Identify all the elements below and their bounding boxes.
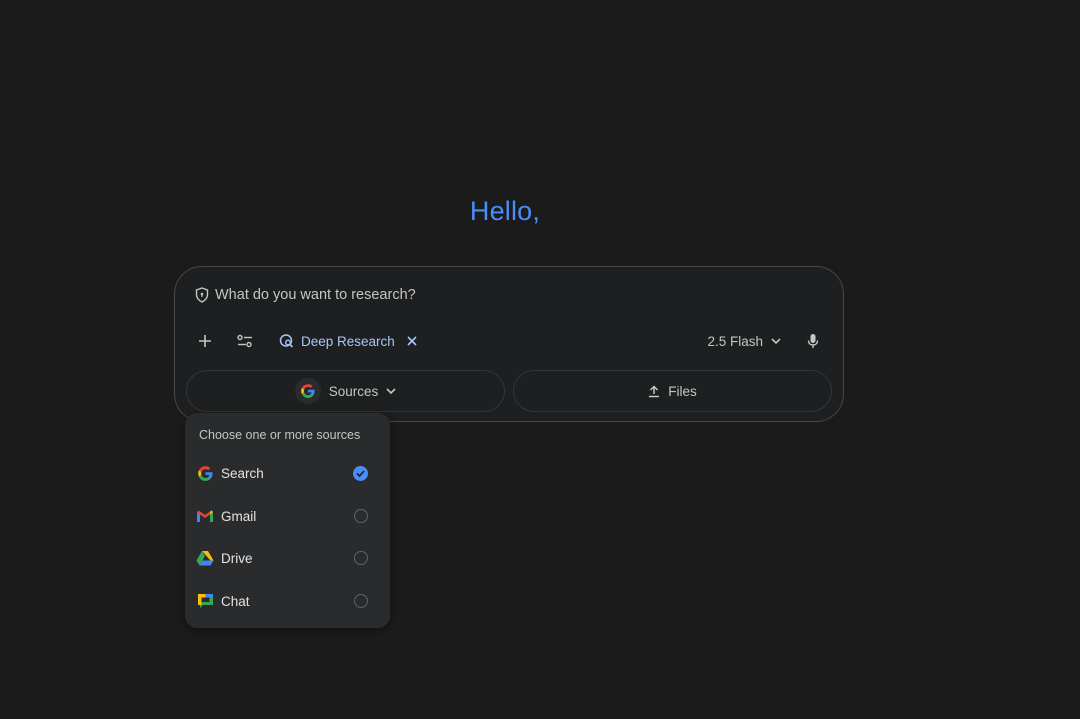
model-label: 2.5 Flash	[707, 333, 763, 349]
chevron-down-icon	[771, 337, 781, 344]
sources-dropdown: Choose one or more sources Search Gmail	[185, 413, 390, 628]
chevron-down-icon	[386, 387, 396, 394]
source-label-search: Search	[221, 465, 264, 481]
upload-icon	[649, 384, 660, 397]
tools-button[interactable]	[231, 327, 259, 355]
prompt-input[interactable]: What do you want to research?	[195, 287, 416, 303]
source-option-chat[interactable]: Chat	[185, 581, 390, 621]
composer-toolbar: Deep Research 2.5 Flash	[191, 327, 827, 355]
source-option-gmail[interactable]: Gmail	[185, 496, 390, 536]
microphone-icon	[807, 334, 819, 348]
deep-research-label: Deep Research	[301, 333, 395, 349]
research-composer: What do you want to research? Deep Resea…	[174, 266, 844, 422]
google-chat-icon	[196, 592, 214, 610]
greeting-title: Hello,	[469, 196, 541, 226]
sources-heading: Choose one or more sources	[199, 428, 361, 442]
checkmark-icon[interactable]	[353, 465, 368, 481]
drive-icon	[196, 549, 214, 567]
sources-button[interactable]: Sources	[186, 370, 505, 412]
composer-actions: Sources Files	[186, 370, 832, 412]
source-option-search[interactable]: Search	[185, 453, 390, 493]
files-button[interactable]: Files	[513, 370, 832, 412]
deep-research-icon	[279, 334, 294, 348]
deep-research-chip[interactable]: Deep Research	[273, 327, 423, 355]
gmail-icon	[196, 507, 214, 525]
close-icon[interactable]	[407, 336, 417, 346]
files-label: Files	[668, 383, 697, 399]
sliders-icon	[237, 334, 252, 348]
radio-icon[interactable]	[354, 594, 368, 608]
radio-icon[interactable]	[354, 509, 368, 523]
add-button[interactable]	[191, 327, 219, 355]
google-icon	[294, 378, 321, 404]
radio-icon[interactable]	[354, 551, 368, 565]
plus-icon	[199, 335, 211, 347]
source-label-drive: Drive	[221, 550, 253, 566]
source-option-drive[interactable]: Drive	[185, 538, 390, 578]
sources-label: Sources	[328, 383, 379, 399]
shield-icon	[195, 287, 209, 303]
model-selector[interactable]: 2.5 Flash	[707, 334, 781, 349]
google-search-icon	[196, 464, 214, 482]
source-label-chat: Chat	[221, 593, 250, 609]
source-label-gmail: Gmail	[221, 508, 257, 524]
microphone-button[interactable]	[799, 327, 827, 355]
prompt-placeholder: What do you want to research?	[215, 287, 416, 303]
